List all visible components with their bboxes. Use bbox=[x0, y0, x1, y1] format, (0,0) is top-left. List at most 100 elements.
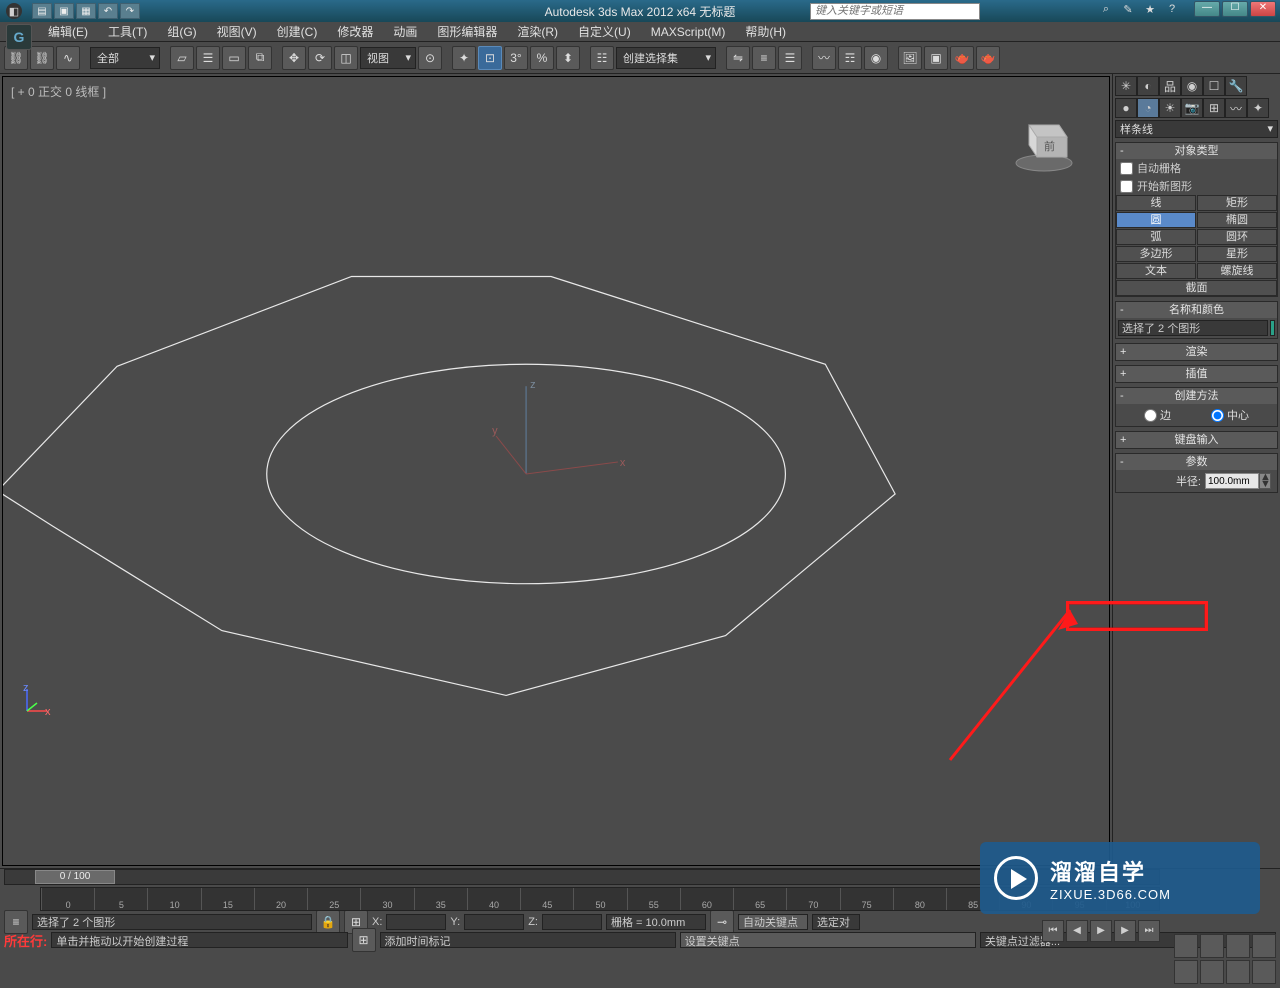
window-cross-icon[interactable]: ⧉ bbox=[248, 46, 272, 70]
qa-save-icon[interactable]: ▦ bbox=[76, 3, 96, 19]
category-drop[interactable]: 样条线 bbox=[1115, 120, 1278, 138]
rollhead-params[interactable]: -参数 bbox=[1116, 454, 1277, 470]
btn-text[interactable]: 文本 bbox=[1116, 263, 1196, 279]
lock-icon[interactable]: 🔒 bbox=[316, 910, 340, 934]
btn-section[interactable]: 截面 bbox=[1116, 280, 1277, 296]
menu-tools[interactable]: 工具(T) bbox=[100, 21, 155, 42]
tab-display[interactable]: ☐ bbox=[1203, 76, 1225, 96]
snap-toggle-icon[interactable]: ⊡ bbox=[478, 46, 502, 70]
fov-icon[interactable] bbox=[1252, 934, 1276, 958]
chk-newshape[interactable] bbox=[1120, 180, 1133, 193]
select-name-icon[interactable]: ☰ bbox=[196, 46, 220, 70]
btn-rectangle[interactable]: 矩形 bbox=[1197, 195, 1277, 211]
qa-redo-icon[interactable]: ↷ bbox=[120, 3, 140, 19]
menu-create[interactable]: 创建(C) bbox=[269, 21, 326, 42]
prev-frame-icon[interactable]: ◀ bbox=[1066, 920, 1088, 942]
menu-edit[interactable]: 编辑(E) bbox=[40, 21, 96, 42]
walk-icon[interactable] bbox=[1226, 960, 1250, 984]
orbit-icon[interactable] bbox=[1174, 960, 1198, 984]
menu-customize[interactable]: 自定义(U) bbox=[570, 21, 639, 42]
timetag-icon[interactable]: ⊞ bbox=[352, 928, 376, 952]
rollhead-keyboard[interactable]: +键盘输入 bbox=[1116, 432, 1277, 448]
curve-editor-icon[interactable]: 〰 bbox=[812, 46, 836, 70]
app-menu-icon[interactable]: G bbox=[6, 24, 32, 50]
render-setup-icon[interactable]: 🖼 bbox=[898, 46, 922, 70]
close-button[interactable]: ✕ bbox=[1250, 1, 1276, 17]
chk-autogrid[interactable] bbox=[1120, 162, 1133, 175]
time-slider-knob[interactable]: 0 / 100 bbox=[35, 870, 115, 884]
key-icon[interactable]: ⊸ bbox=[710, 910, 734, 934]
play-icon[interactable]: ▶ bbox=[1090, 920, 1112, 942]
maximize-viewport-icon[interactable] bbox=[1200, 960, 1224, 984]
btn-arc[interactable]: 弧 bbox=[1116, 229, 1196, 245]
menu-maxscript[interactable]: MAXScript(M) bbox=[643, 23, 734, 41]
render-prod-icon[interactable]: 🫖 bbox=[976, 46, 1000, 70]
btn-helix[interactable]: 螺旋线 bbox=[1197, 263, 1277, 279]
maximize-button[interactable]: ☐ bbox=[1222, 1, 1248, 17]
pan-icon[interactable] bbox=[1174, 934, 1198, 958]
layers-icon[interactable]: ☰ bbox=[778, 46, 802, 70]
schematic-icon[interactable]: ☶ bbox=[838, 46, 862, 70]
goto-start-icon[interactable]: ⏮ bbox=[1042, 920, 1064, 942]
render-frame-icon[interactable]: ▣ bbox=[924, 46, 948, 70]
move-icon[interactable]: ✥ bbox=[282, 46, 306, 70]
binoculars-icon[interactable]: ⌕ bbox=[1098, 3, 1114, 19]
btn-circle[interactable]: 圆 bbox=[1116, 212, 1196, 228]
render-icon[interactable]: 🫖 bbox=[950, 46, 974, 70]
color-swatch[interactable] bbox=[1270, 320, 1275, 336]
menu-help[interactable]: 帮助(H) bbox=[737, 21, 794, 42]
menu-grapheditors[interactable]: 图形编辑器 bbox=[429, 21, 505, 42]
tab-modify[interactable]: ◐ bbox=[1137, 76, 1159, 96]
spinner-snap-icon[interactable]: ⬍ bbox=[556, 46, 580, 70]
material-editor-icon[interactable]: ◉ bbox=[864, 46, 888, 70]
wrench-icon[interactable]: ✎ bbox=[1120, 3, 1136, 19]
subtab-spacewarps[interactable]: 〰 bbox=[1225, 98, 1247, 118]
subtab-shapes[interactable]: ◔ bbox=[1137, 98, 1159, 118]
zoom-extents-icon[interactable] bbox=[1226, 934, 1250, 958]
btn-star[interactable]: 星形 bbox=[1197, 246, 1277, 262]
zoom-region-icon[interactable] bbox=[1252, 960, 1276, 984]
coord-y[interactable] bbox=[464, 914, 524, 930]
btn-line[interactable]: 线 bbox=[1116, 195, 1196, 211]
subtab-helpers[interactable]: ⊞ bbox=[1203, 98, 1225, 118]
mirror-icon[interactable]: ⇋ bbox=[726, 46, 750, 70]
percent-snap-icon[interactable]: % bbox=[530, 46, 554, 70]
qa-open-icon[interactable]: ▣ bbox=[54, 3, 74, 19]
menu-modifiers[interactable]: 修改器 bbox=[329, 21, 381, 42]
tab-motion[interactable]: ◉ bbox=[1181, 76, 1203, 96]
rect-select-icon[interactable]: ▭ bbox=[222, 46, 246, 70]
seldef-drop[interactable]: 选定对 bbox=[812, 914, 860, 930]
btn-ngon[interactable]: 多边形 bbox=[1116, 246, 1196, 262]
radius-input[interactable] bbox=[1205, 473, 1259, 489]
rollhead-render[interactable]: +渲染 bbox=[1116, 344, 1277, 360]
unlink-icon[interactable]: ⛓ bbox=[30, 46, 54, 70]
minimize-button[interactable]: — bbox=[1194, 1, 1220, 17]
viewport[interactable]: [ + 0 正交 0 线框 ] z x y 前 zx bbox=[2, 76, 1110, 866]
align-icon[interactable]: ≡ bbox=[752, 46, 776, 70]
viewcube[interactable]: 前 bbox=[1009, 107, 1079, 177]
subtab-systems[interactable]: ✦ bbox=[1247, 98, 1269, 118]
menu-group[interactable]: 组(G) bbox=[159, 21, 204, 42]
rollhead-interp[interactable]: +插值 bbox=[1116, 366, 1277, 382]
zoom-icon[interactable] bbox=[1200, 934, 1224, 958]
radius-spinner[interactable]: ▲▼ bbox=[1259, 473, 1271, 489]
star-icon[interactable]: ★ bbox=[1142, 3, 1158, 19]
tab-utilities[interactable]: 🔧 bbox=[1225, 76, 1247, 96]
goto-end-icon[interactable]: ⏭ bbox=[1138, 920, 1160, 942]
named-selset-drop[interactable]: 创建选择集 bbox=[616, 47, 716, 69]
angle-snap-icon[interactable]: 3° bbox=[504, 46, 528, 70]
menu-animation[interactable]: 动画 bbox=[385, 21, 425, 42]
select-icon[interactable]: ▱ bbox=[170, 46, 194, 70]
object-name-input[interactable] bbox=[1118, 320, 1268, 336]
next-frame-icon[interactable]: ▶ bbox=[1114, 920, 1136, 942]
subtab-lights[interactable]: ☀ bbox=[1159, 98, 1181, 118]
help-icon[interactable]: ? bbox=[1164, 3, 1180, 19]
manip-icon[interactable]: ✦ bbox=[452, 46, 476, 70]
tab-create[interactable]: ✳ bbox=[1115, 76, 1137, 96]
scale-icon[interactable]: ◫ bbox=[334, 46, 358, 70]
named-sel-icon[interactable]: ☷ bbox=[590, 46, 614, 70]
rotate-icon[interactable]: ⟳ bbox=[308, 46, 332, 70]
coord-x[interactable] bbox=[386, 914, 446, 930]
refcoord-drop[interactable]: 视图 bbox=[360, 47, 416, 69]
btn-ellipse[interactable]: 椭圆 bbox=[1197, 212, 1277, 228]
